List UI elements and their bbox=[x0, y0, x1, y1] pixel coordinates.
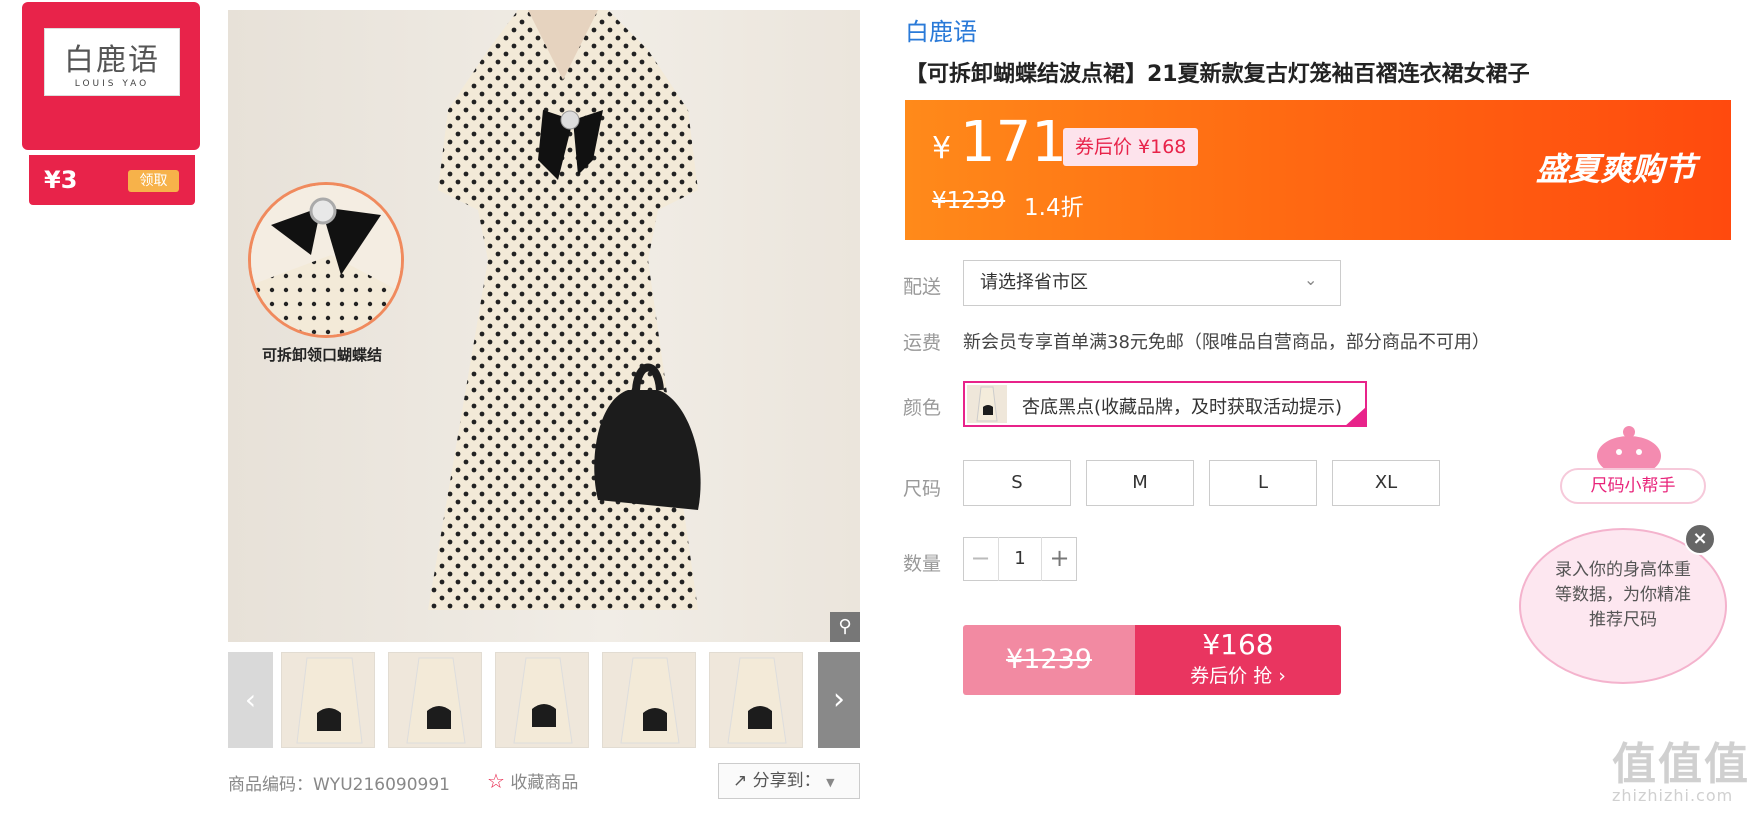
brand-logo[interactable]: 白鹿语 LOUIS YAO bbox=[44, 28, 180, 96]
coupon-divider bbox=[28, 150, 194, 151]
quantity-increase-button[interactable]: + bbox=[1042, 537, 1077, 581]
close-icon[interactable]: × bbox=[1684, 523, 1716, 555]
original-price: ¥1239 bbox=[932, 188, 1006, 214]
delivery-label: 配送 bbox=[903, 276, 942, 298]
check-corner-icon bbox=[1344, 407, 1366, 427]
chevron-left-icon[interactable]: ‹ bbox=[228, 652, 273, 748]
brand-logo-cn: 白鹿语 bbox=[64, 43, 160, 78]
chevron-down-icon: ⌄ bbox=[1304, 270, 1318, 289]
size-helper-text: 录入你的身高体重等数据，为你精准推荐尺码 bbox=[1555, 560, 1691, 630]
size-option-s[interactable]: S bbox=[963, 460, 1071, 506]
watermark-url: zhizhizhi.com bbox=[1612, 786, 1734, 805]
quantity-decrease-button[interactable]: − bbox=[963, 537, 998, 581]
chevron-right-icon[interactable]: › bbox=[818, 652, 860, 748]
current-price: 171 bbox=[960, 110, 1067, 175]
product-title: 【可拆卸蝴蝶结波点裙】21夏新款复古灯笼袖百褶连衣裙女裙子 bbox=[905, 62, 1530, 87]
share-button[interactable]: ↗ 分享到： ▼ bbox=[718, 763, 860, 799]
size-option-xl[interactable]: XL bbox=[1332, 460, 1440, 506]
brand-link[interactable]: 白鹿语 bbox=[905, 12, 977, 47]
quantity-input[interactable]: 1 bbox=[998, 537, 1042, 581]
main-product-image[interactable]: 可拆卸领口蝴蝶结 ⚲ bbox=[228, 10, 860, 642]
freight-text: 新会员专享首单满38元免邮（限唯品自营商品，部分商品不可用） bbox=[963, 332, 1490, 353]
dress-illustration bbox=[428, 10, 701, 610]
color-option-label: 杏底黑点(收藏品牌，及时获取活动提示) bbox=[1022, 397, 1343, 418]
size-option-l[interactable]: L bbox=[1209, 460, 1317, 506]
sku-code: 商品编码：WYU216090991 bbox=[228, 775, 450, 795]
buy-now-label: 券后价 抢 › bbox=[1190, 665, 1286, 687]
size-helper-tag[interactable]: 尺码小帮手 bbox=[1560, 468, 1706, 504]
color-swatch-image bbox=[967, 385, 1007, 423]
share-label: 分享到： bbox=[752, 771, 821, 791]
caret-down-icon: ▼ bbox=[826, 776, 835, 789]
original-price-button[interactable]: ¥1239 bbox=[963, 625, 1135, 695]
color-label: 颜色 bbox=[903, 397, 942, 419]
magnifier-icon[interactable]: ⚲ bbox=[830, 612, 860, 642]
favorite-label: 收藏商品 bbox=[510, 773, 579, 793]
promo-title: 盛夏爽购节 bbox=[1536, 150, 1697, 188]
coupon-get-button[interactable]: 领取 bbox=[128, 170, 179, 192]
share-icon: ↗ bbox=[733, 771, 748, 791]
size-option-m[interactable]: M bbox=[1086, 460, 1194, 506]
quantity-label: 数量 bbox=[903, 553, 942, 575]
coupon-amount: ¥3 bbox=[44, 166, 78, 194]
thumbnail[interactable] bbox=[388, 652, 482, 748]
watermark-logo: 值值值 bbox=[1612, 739, 1750, 790]
thumbnail[interactable] bbox=[709, 652, 803, 748]
buy-now-price: ¥168 bbox=[1202, 628, 1274, 661]
currency-symbol: ¥ bbox=[932, 131, 952, 166]
discount-rate: 1.4折 bbox=[1024, 195, 1084, 221]
detail-inset-circle bbox=[248, 182, 404, 338]
star-icon: ☆ bbox=[487, 769, 505, 793]
buy-now-button[interactable]: ¥168 券后价 抢 › bbox=[1135, 625, 1341, 695]
freight-label: 运费 bbox=[903, 332, 942, 354]
brand-logo-en: LOUIS YAO bbox=[74, 79, 150, 89]
size-label: 尺码 bbox=[903, 478, 942, 500]
thumbnail[interactable] bbox=[495, 652, 589, 748]
coupon-price-badge: 券后价 ¥168 bbox=[1063, 128, 1199, 166]
favorite-button[interactable]: ☆ 收藏商品 bbox=[487, 768, 578, 793]
inset-caption: 可拆卸领口蝴蝶结 bbox=[262, 346, 383, 364]
thumbnail[interactable] bbox=[602, 652, 696, 748]
thumbnail[interactable] bbox=[281, 652, 375, 748]
region-select[interactable]: 请选择省市区 bbox=[963, 260, 1341, 306]
